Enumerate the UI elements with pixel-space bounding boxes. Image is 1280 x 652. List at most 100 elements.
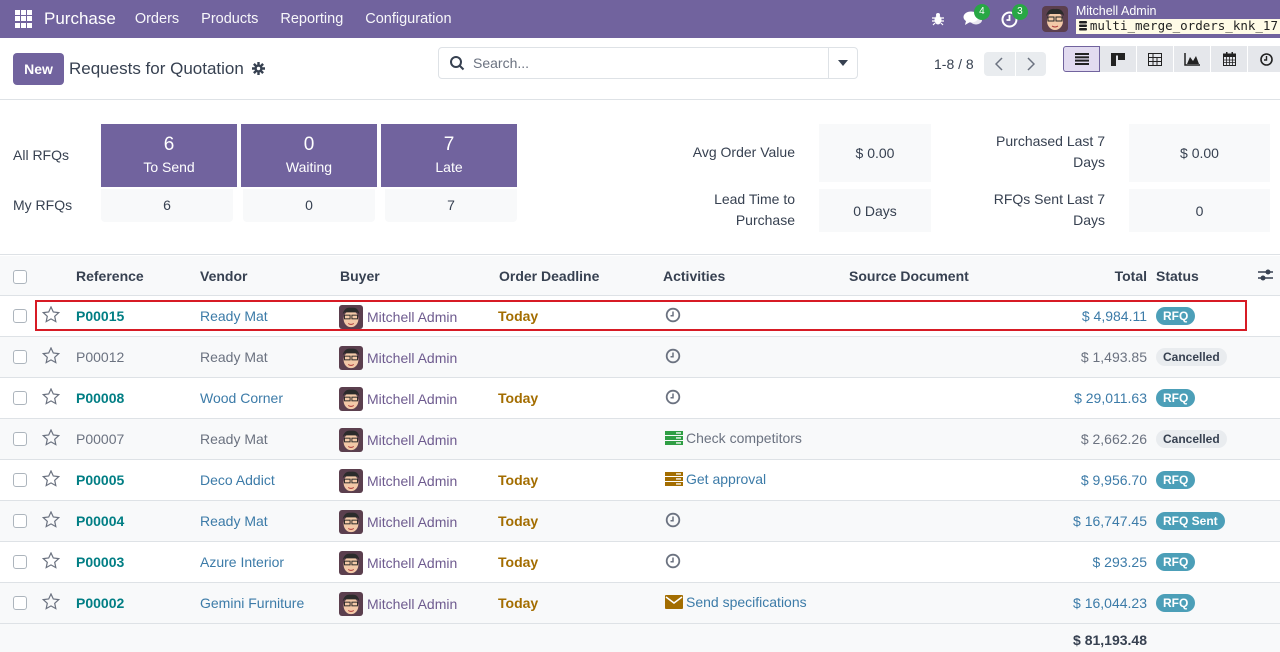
tile-to-send[interactable]: 6 To Send	[101, 124, 237, 187]
messages-button[interactable]: 4	[963, 4, 990, 27]
column-buyer[interactable]: Buyer	[340, 268, 380, 284]
activity-cell[interactable]	[665, 295, 681, 335]
reference[interactable]: P00004	[76, 501, 124, 541]
table-row[interactable]: P00012 Ready Mat Mitchell Admin $ 1,493.…	[0, 337, 1280, 378]
clock-icon[interactable]	[665, 553, 681, 569]
vendor[interactable]: Ready Mat	[200, 296, 268, 336]
column-reference[interactable]: Reference	[76, 268, 144, 284]
tile-waiting[interactable]: 0 Waiting	[241, 124, 377, 187]
tasks-icon[interactable]	[665, 472, 683, 486]
favorite-star-icon[interactable]	[42, 458, 60, 498]
buyer-cell[interactable]: Mitchell Admin	[339, 584, 457, 624]
column-total[interactable]: Total	[1115, 268, 1147, 284]
favorite-star-icon[interactable]	[42, 581, 60, 621]
reference[interactable]: P00002	[76, 583, 124, 623]
envelope-icon[interactable]	[665, 595, 683, 609]
vendor[interactable]: Wood Corner	[200, 378, 283, 418]
row-checkbox[interactable]	[13, 514, 27, 528]
search-icon[interactable]	[449, 55, 465, 71]
row-checkbox[interactable]	[13, 391, 27, 405]
activity-cell[interactable]: Get approval	[665, 459, 766, 499]
activity-view-button[interactable]	[1248, 46, 1280, 72]
buyer-cell[interactable]: Mitchell Admin	[339, 338, 457, 378]
search-options-toggle[interactable]	[828, 48, 857, 78]
activity-summary[interactable]: Check competitors	[686, 430, 802, 446]
table-row[interactable]: P00008 Wood Corner Mitchell Admin Today …	[0, 378, 1280, 419]
menu-configuration[interactable]: Configuration	[365, 11, 451, 27]
tasks-icon[interactable]	[665, 431, 683, 445]
pager-value[interactable]: 1-8 / 8	[934, 56, 974, 72]
clock-icon[interactable]	[665, 512, 681, 528]
row-checkbox[interactable]	[13, 473, 27, 487]
reference[interactable]: P00005	[76, 460, 124, 500]
column-status[interactable]: Status	[1156, 268, 1199, 284]
pivot-view-button[interactable]	[1137, 46, 1174, 72]
vendor[interactable]: Deco Addict	[200, 460, 275, 500]
menu-reporting[interactable]: Reporting	[280, 11, 343, 27]
activity-cell[interactable]	[665, 336, 681, 376]
vendor[interactable]: Gemini Furniture	[200, 583, 304, 623]
list-view-button[interactable]	[1063, 46, 1100, 72]
my-waiting[interactable]: 0	[243, 189, 375, 222]
row-checkbox[interactable]	[13, 555, 27, 569]
search-input[interactable]	[473, 55, 828, 71]
reference[interactable]: P00015	[76, 296, 124, 336]
table-row[interactable]: P00003 Azure Interior Mitchell Admin Tod…	[0, 542, 1280, 583]
buyer-cell[interactable]: Mitchell Admin	[339, 379, 457, 419]
select-all-checkbox[interactable]	[13, 270, 27, 284]
user-avatar[interactable]	[1041, 6, 1068, 32]
favorite-star-icon[interactable]	[42, 499, 60, 539]
graph-view-button[interactable]	[1174, 46, 1211, 72]
table-row[interactable]: P00007 Ready Mat Mitchell Admin Check co…	[0, 419, 1280, 460]
activity-cell[interactable]	[665, 500, 681, 540]
column-source-document[interactable]: Source Document	[849, 268, 969, 284]
reference[interactable]: P00012	[76, 337, 124, 377]
activities-button[interactable]: 3	[1001, 3, 1028, 28]
reference[interactable]: P00003	[76, 542, 124, 582]
calendar-view-button[interactable]	[1211, 46, 1248, 72]
table-row[interactable]: P00015 Ready Mat Mitchell Admin Today $ …	[0, 296, 1280, 337]
buyer-cell[interactable]: Mitchell Admin	[339, 297, 457, 337]
row-checkbox[interactable]	[13, 596, 27, 610]
my-to-send[interactable]: 6	[101, 189, 233, 222]
vendor[interactable]: Ready Mat	[200, 337, 268, 377]
activity-cell[interactable]	[665, 541, 681, 581]
buyer-cell[interactable]: Mitchell Admin	[339, 543, 457, 583]
clock-icon[interactable]	[665, 389, 681, 405]
activity-cell[interactable]: Check competitors	[665, 418, 802, 458]
pager-next-button[interactable]	[1014, 52, 1046, 76]
favorite-star-icon[interactable]	[42, 294, 60, 334]
favorite-star-icon[interactable]	[42, 417, 60, 457]
optional-columns-icon[interactable]	[1258, 268, 1273, 285]
kanban-view-button[interactable]	[1100, 46, 1137, 72]
reference[interactable]: P00008	[76, 378, 124, 418]
activity-summary[interactable]: Send specifications	[686, 594, 807, 610]
pager-previous-button[interactable]	[984, 52, 1015, 76]
vendor[interactable]: Ready Mat	[200, 419, 268, 459]
reference[interactable]: P00007	[76, 419, 124, 459]
buyer-cell[interactable]: Mitchell Admin	[339, 420, 457, 460]
activity-cell[interactable]: Send specifications	[665, 582, 807, 622]
new-button[interactable]: New	[13, 52, 64, 85]
column-vendor[interactable]: Vendor	[200, 268, 247, 284]
row-checkbox[interactable]	[13, 309, 27, 323]
row-checkbox[interactable]	[13, 432, 27, 446]
vendor[interactable]: Ready Mat	[200, 501, 268, 541]
table-row[interactable]: P00004 Ready Mat Mitchell Admin Today $ …	[0, 501, 1280, 542]
tile-late[interactable]: 7 Late	[381, 124, 517, 187]
vendor[interactable]: Azure Interior	[200, 542, 284, 582]
user-menu[interactable]: Mitchell Admin multi_merge_orders_knk_17	[1075, 4, 1280, 34]
favorite-star-icon[interactable]	[42, 335, 60, 375]
favorite-star-icon[interactable]	[42, 376, 60, 416]
favorite-star-icon[interactable]	[42, 540, 60, 580]
column-activities[interactable]: Activities	[663, 268, 725, 284]
gear-icon[interactable]	[251, 62, 265, 75]
activity-cell[interactable]	[665, 377, 681, 417]
buyer-cell[interactable]: Mitchell Admin	[339, 502, 457, 542]
buyer-cell[interactable]: Mitchell Admin	[339, 461, 457, 501]
table-row[interactable]: P00002 Gemini Furniture Mitchell Admin T…	[0, 583, 1280, 624]
app-name[interactable]: Purchase	[44, 9, 116, 29]
row-checkbox[interactable]	[13, 350, 27, 364]
column-order-deadline[interactable]: Order Deadline	[499, 268, 599, 284]
table-row[interactable]: P00005 Deco Addict Mitchell Admin Today …	[0, 460, 1280, 501]
